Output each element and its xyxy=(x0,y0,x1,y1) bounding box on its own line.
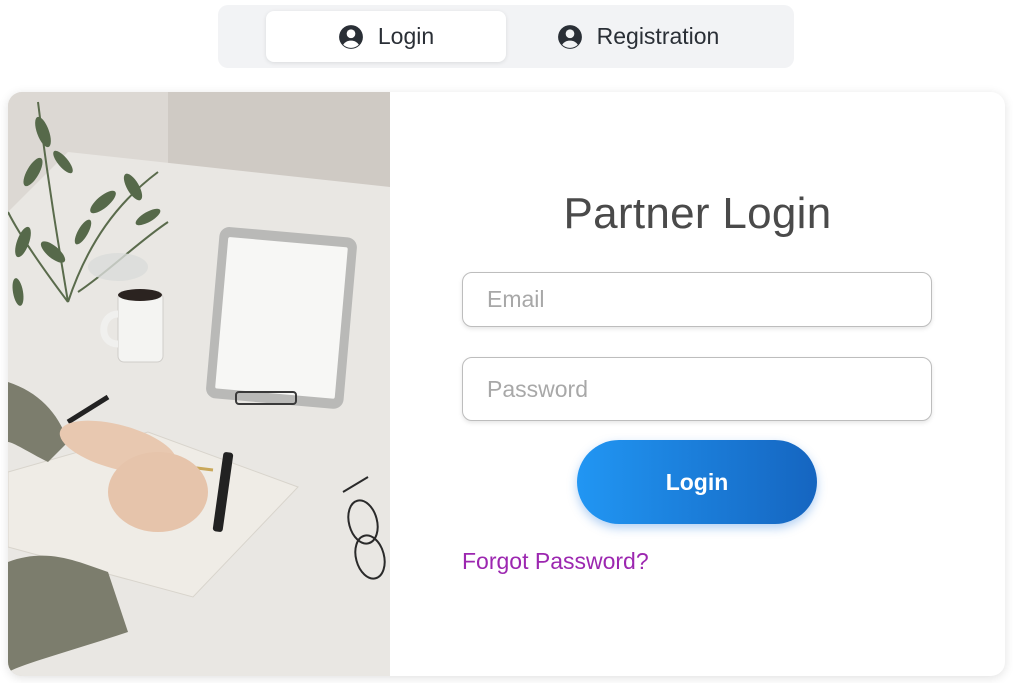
login-card: Partner Login Login Forgot Password? xyxy=(8,92,1005,676)
forgot-password-link[interactable]: Forgot Password? xyxy=(462,548,649,575)
password-field[interactable] xyxy=(462,357,932,421)
tab-login[interactable]: Login xyxy=(266,11,506,62)
tab-login-label: Login xyxy=(377,23,435,49)
workspace-photo xyxy=(8,92,390,676)
user-circle-icon xyxy=(557,24,582,49)
page-title: Partner Login xyxy=(563,189,832,238)
login-form: Partner Login Login Forgot Password? xyxy=(390,92,1005,676)
user-circle-icon xyxy=(338,24,363,49)
tab-registration-label: Registration xyxy=(596,23,720,49)
email-field[interactable] xyxy=(462,272,932,327)
tab-registration[interactable]: Registration xyxy=(518,11,758,62)
auth-tab-bar: Login Registration xyxy=(218,5,794,68)
login-button[interactable]: Login xyxy=(577,440,817,524)
